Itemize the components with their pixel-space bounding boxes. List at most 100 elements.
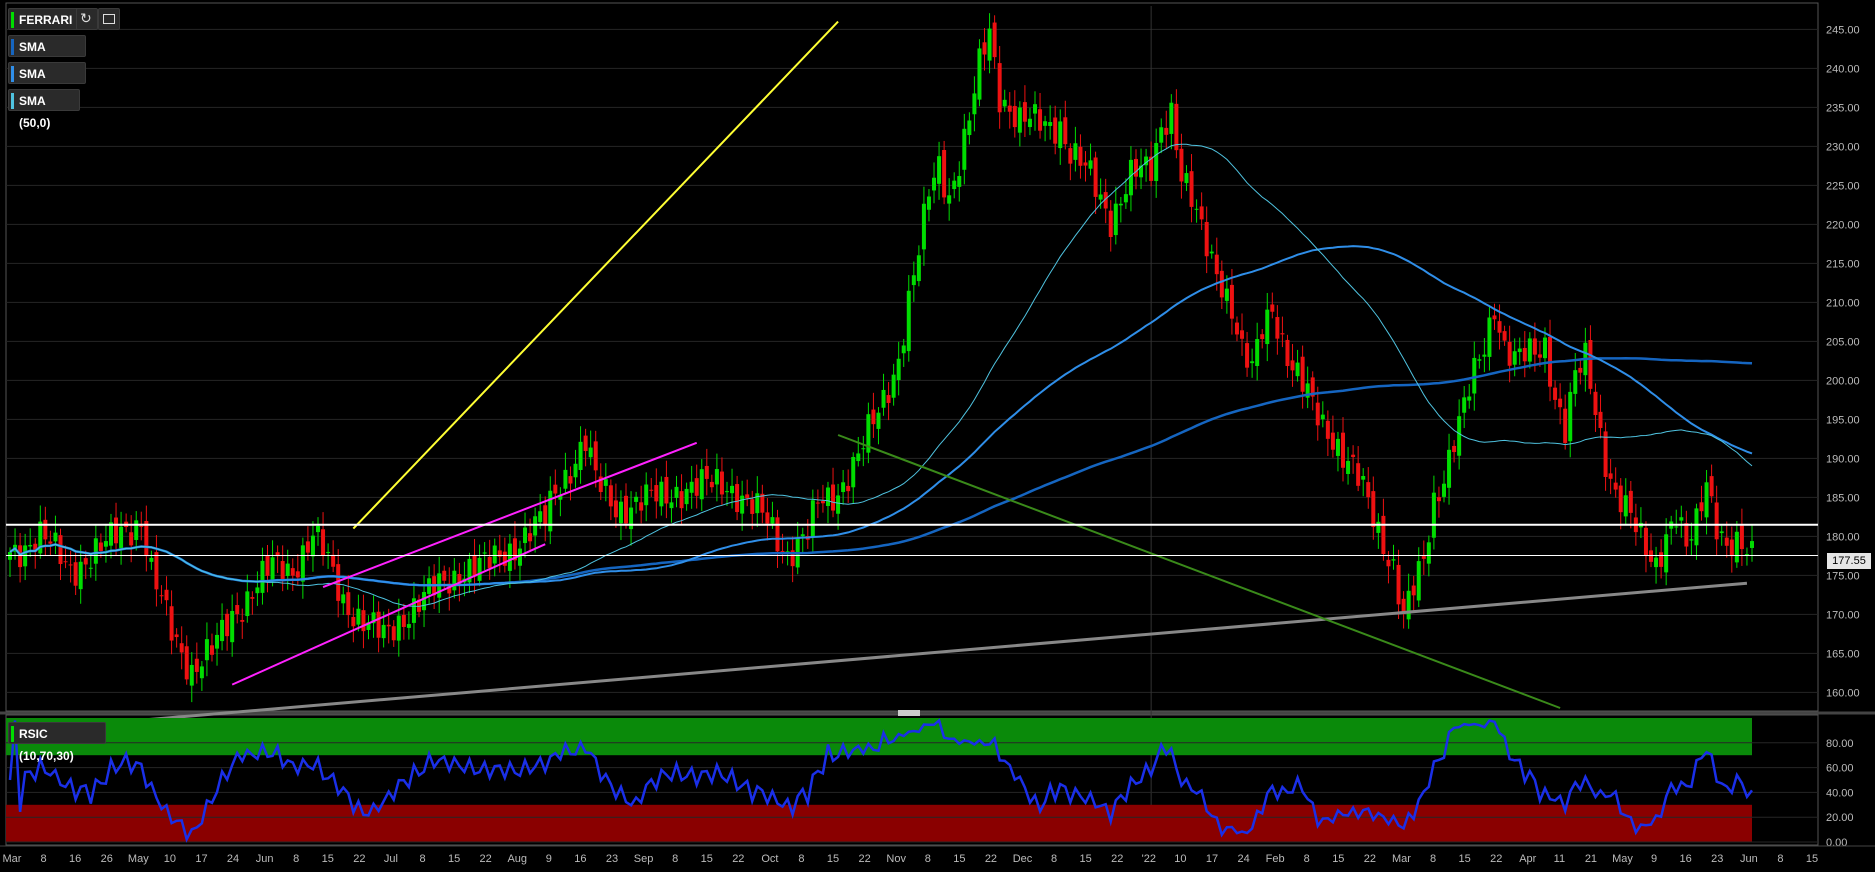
x-axis-tick-label: 16	[69, 853, 81, 865]
candle-body	[477, 557, 482, 581]
candle-body	[891, 374, 896, 398]
price-y-tick-label: 190.00	[1826, 453, 1860, 465]
candle-body	[1320, 414, 1325, 420]
candle-body	[553, 484, 558, 494]
candle-body	[684, 488, 689, 505]
legend-sma100[interactable]: SMA (100,0)	[8, 62, 86, 103]
candle-body	[1628, 490, 1633, 513]
candle-body	[1315, 402, 1320, 426]
x-axis-tick-label: 10	[164, 853, 176, 865]
candle-body	[583, 435, 588, 451]
candle-body	[1043, 121, 1048, 126]
x-axis-tick-label: May	[1612, 853, 1633, 865]
candle-body	[1482, 354, 1487, 357]
candle-body	[775, 517, 780, 552]
candle-body	[63, 561, 68, 563]
candle-body	[235, 605, 240, 615]
x-axis-tick-label: 24	[1237, 853, 1249, 865]
candle-body	[634, 496, 639, 502]
refresh-button[interactable]: ↻	[76, 8, 98, 30]
candle-body	[1452, 445, 1457, 453]
candle-body	[1679, 517, 1684, 521]
candle-body	[669, 502, 674, 509]
x-axis-tick-label: 22	[1364, 853, 1376, 865]
x-axis-tick-label: 23	[606, 853, 618, 865]
candle-body	[1179, 148, 1184, 182]
price-y-tick-label: 160.00	[1826, 687, 1860, 699]
candle-body	[58, 535, 63, 565]
candle-body	[18, 545, 23, 568]
candle-body	[608, 485, 613, 507]
x-axis-tick-label: Mar	[3, 853, 22, 865]
price-y-tick-label: 215.00	[1826, 258, 1860, 270]
candle-body	[1593, 391, 1598, 416]
candle-body	[1234, 322, 1239, 335]
x-axis-tick-label: 22	[1111, 853, 1123, 865]
x-axis-tick-label: Aug	[507, 853, 527, 865]
candle-body	[1335, 438, 1340, 456]
candle-body	[629, 507, 634, 530]
candle-body	[1053, 117, 1058, 144]
price-y-tick-label: 175.00	[1826, 570, 1860, 582]
candle-body	[856, 453, 861, 462]
candle-body	[1472, 357, 1477, 394]
candle-body	[1598, 411, 1603, 428]
candle-body	[1058, 121, 1063, 149]
candle-body	[507, 543, 512, 571]
candle-body	[260, 560, 265, 593]
candle-body	[245, 591, 250, 617]
candle-body	[1219, 270, 1224, 298]
calendar-icon	[103, 14, 115, 24]
candle-body	[1527, 338, 1532, 362]
candle-body	[639, 502, 644, 511]
candle-body	[1194, 208, 1199, 210]
candle-body	[230, 610, 235, 643]
x-axis-tick-label: Feb	[1266, 853, 1285, 865]
price-y-tick-label: 165.00	[1826, 648, 1860, 660]
candle-body	[285, 563, 290, 576]
candle-body	[154, 552, 159, 590]
legend-rsi[interactable]: RSIC (10,70,30)	[8, 722, 106, 763]
candle-body	[578, 441, 583, 471]
candle-body	[815, 502, 820, 504]
candle-body	[1265, 309, 1270, 345]
candle-body	[937, 156, 942, 184]
candle-body	[1381, 515, 1386, 555]
candle-body	[1022, 102, 1027, 122]
candle-body	[1608, 473, 1613, 479]
candle-body	[129, 532, 134, 546]
candle-body	[1694, 508, 1699, 546]
chart-settings-button[interactable]	[98, 8, 120, 30]
price-y-tick-label: 170.00	[1826, 609, 1860, 621]
candle-body	[916, 255, 921, 282]
candle-body	[1704, 482, 1709, 518]
candle-body	[1447, 449, 1452, 488]
sma200-line	[9, 357, 1753, 587]
candle-body	[1033, 104, 1038, 114]
candle-body	[174, 634, 179, 638]
candle-body	[977, 48, 982, 100]
rsi-oversold-zone	[6, 804, 1752, 842]
candle-body	[528, 533, 533, 542]
candle-body	[1492, 315, 1497, 320]
x-axis-tick-label: 8	[1304, 853, 1310, 865]
candle-body	[846, 485, 851, 492]
candle-body	[220, 619, 225, 642]
x-axis-tick-label: 17	[195, 853, 207, 865]
price-chart-svg[interactable]: 160.00165.00170.00175.00180.00185.00190.…	[0, 0, 1875, 872]
legend-sma200[interactable]: SMA (200,0)	[8, 35, 86, 76]
rsi-y-tick-label: 60.00	[1826, 763, 1854, 775]
x-axis-tick-label: Apr	[1519, 853, 1536, 865]
candle-body	[1709, 476, 1714, 497]
legend-symbol[interactable]: FERRARI	[8, 8, 86, 30]
candle-body	[1578, 367, 1583, 373]
candle-body	[1467, 396, 1472, 401]
x-axis-tick-label: 22	[859, 853, 871, 865]
x-axis-tick-label: Dec	[1013, 853, 1033, 865]
candle-body	[679, 491, 684, 509]
candle-body	[386, 624, 391, 627]
candle-body	[43, 519, 48, 540]
candle-body	[1739, 525, 1744, 550]
candle-body	[886, 395, 891, 403]
legend-sma50[interactable]: SMA (50,0)	[8, 89, 80, 130]
